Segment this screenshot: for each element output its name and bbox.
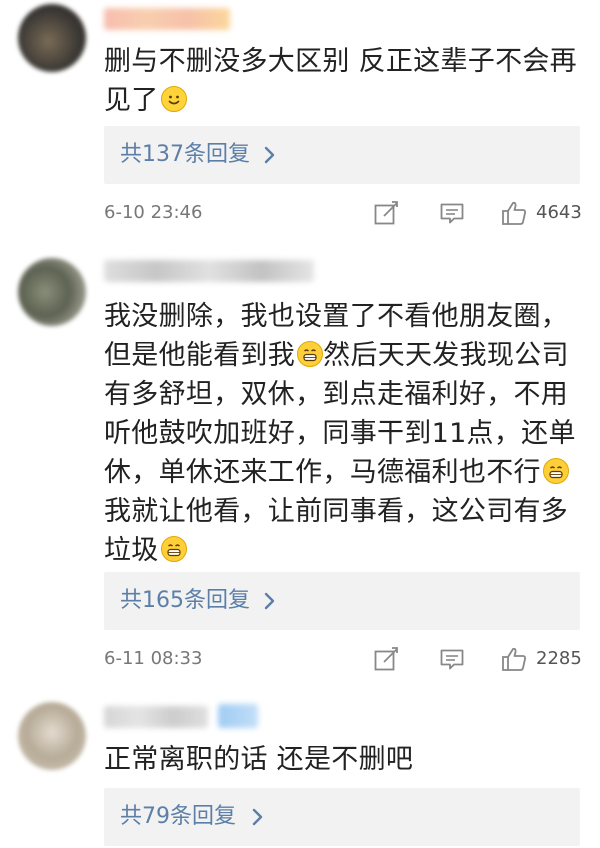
username-blurred[interactable] bbox=[104, 8, 230, 30]
comment-text-line: 然后天天发我现公司 bbox=[323, 340, 569, 371]
username-blurred[interactable] bbox=[104, 706, 208, 728]
badge-blurred bbox=[218, 704, 258, 728]
avatar[interactable] bbox=[18, 4, 86, 72]
comment-text-line: 正常离职的话 还是不删吧 bbox=[104, 744, 414, 775]
smile-emoji-icon bbox=[160, 86, 187, 112]
avatar[interactable] bbox=[18, 702, 86, 770]
comment-item: 删与不删没多大区别 反正这辈子不会再 见了 共137条回复 6-10 23:46… bbox=[0, 0, 600, 240]
comment-text-line: 垃圾 bbox=[104, 535, 159, 566]
chevron-right-icon bbox=[258, 588, 282, 614]
comment-text-line: 我没删除，我也设置了不看他朋友圈， bbox=[104, 301, 569, 332]
comment-meta-row: 6-11 08:33 2285 bbox=[104, 645, 584, 675]
thumbs-up-icon[interactable] bbox=[500, 645, 528, 673]
comment-text-line: 休，单休还来工作，马德福利也不行 bbox=[104, 457, 541, 488]
comment-meta-row: 6-10 23:46 4643 bbox=[104, 199, 584, 229]
chevron-right-icon bbox=[258, 142, 282, 168]
reply-count-box[interactable]: 共137条回复 bbox=[104, 126, 580, 184]
chevron-right-icon bbox=[246, 804, 270, 830]
username-blurred[interactable] bbox=[104, 260, 314, 282]
reply-count-link[interactable]: 共137条回复 bbox=[120, 140, 250, 170]
comment-timestamp: 6-11 08:33 bbox=[104, 648, 203, 669]
comment-content: 删与不删没多大区别 反正这辈子不会再 见了 bbox=[104, 42, 584, 120]
comment-text-line: 但是他能看到我 bbox=[104, 340, 296, 371]
like-count: 2285 bbox=[536, 648, 582, 669]
grin-emoji-icon bbox=[297, 341, 324, 367]
grin-emoji-icon bbox=[160, 536, 187, 562]
reply-count-link[interactable]: 共165条回复 bbox=[120, 586, 250, 616]
comment-text-line: 删与不删没多大区别 反正这辈子不会再 bbox=[104, 46, 577, 77]
comment-timestamp: 6-10 23:46 bbox=[104, 202, 203, 223]
comment-text-line: 见了 bbox=[104, 85, 159, 116]
edit-icon[interactable] bbox=[372, 199, 400, 227]
reply-count-link[interactable]: 共79条回复 bbox=[120, 802, 236, 832]
reply-count-box[interactable]: 共79条回复 bbox=[104, 788, 580, 846]
thumbs-up-icon[interactable] bbox=[500, 199, 528, 227]
reply-count-box[interactable]: 共165条回复 bbox=[104, 572, 580, 630]
comment-text-line: 有多舒坦，双休，到点走福利好，不用 bbox=[104, 379, 569, 410]
comment-content: 正常离职的话 还是不删吧 bbox=[104, 740, 584, 779]
avatar[interactable] bbox=[18, 258, 86, 326]
comment-icon[interactable] bbox=[438, 645, 466, 673]
comment-icon[interactable] bbox=[438, 199, 466, 227]
grin-emoji-icon bbox=[542, 458, 569, 484]
comment-content: 我没删除，我也设置了不看他朋友圈， 但是他能看到我 然后天天发我现公司 有多舒坦，… bbox=[104, 297, 584, 570]
comment-text-line: 听他鼓吹加班好，同事干到11点，还单 bbox=[104, 418, 576, 449]
comment-item: 正常离职的话 还是不删吧 共79条回复 bbox=[0, 696, 600, 848]
like-count: 4643 bbox=[536, 202, 582, 223]
edit-icon[interactable] bbox=[372, 645, 400, 673]
comment-item: 我没删除，我也设置了不看他朋友圈， 但是他能看到我 然后天天发我现公司 有多舒坦，… bbox=[0, 248, 600, 688]
comment-text-line: 我就让他看，让前同事看，这公司有多 bbox=[104, 496, 569, 527]
